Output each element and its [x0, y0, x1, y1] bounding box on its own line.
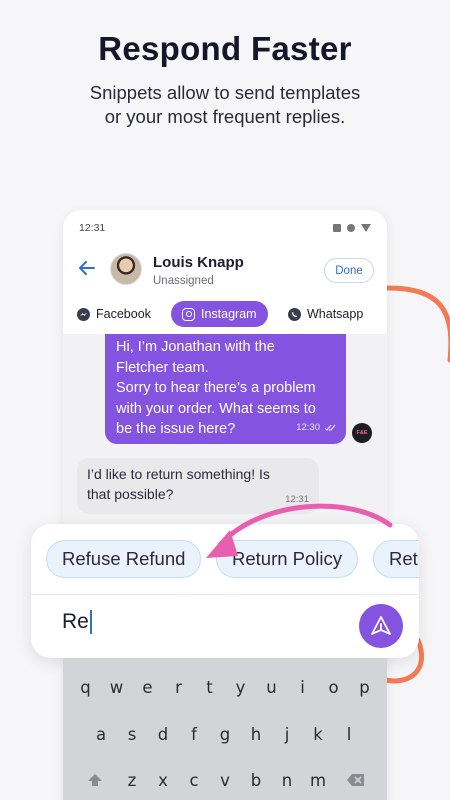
keyboard-row-3: z x c v b n m [63, 765, 387, 795]
send-button[interactable] [359, 604, 403, 648]
outgoing-message: Hi, I’m Jonathan with the Fletcher team.… [105, 334, 346, 444]
key[interactable]: u [256, 672, 287, 702]
message-line: with your order. What seems to [116, 400, 316, 417]
channel-tabs: Facebook Instagram Whatsapp [63, 301, 387, 327]
snippet-chip[interactable]: Refuse Refund [46, 540, 202, 578]
key[interactable]: x [148, 765, 179, 795]
key[interactable]: m [303, 765, 334, 795]
done-button[interactable]: Done [324, 258, 374, 283]
keyboard: q w e r t y u i o p a s d f g h j k l z … [63, 658, 387, 800]
key[interactable]: b [241, 765, 272, 795]
avatar [110, 253, 142, 285]
key[interactable]: g [210, 719, 241, 749]
shift-icon [87, 774, 102, 786]
message-time-text: 12:30 [296, 421, 320, 433]
headline: Respond Faster [98, 30, 352, 67]
message-input[interactable]: Re [62, 610, 92, 634]
keyboard-row-1: q w e r t y u i o p [63, 672, 387, 702]
key[interactable]: t [194, 672, 225, 702]
circle-icon [347, 224, 355, 232]
message-line: Fletcher team. [116, 359, 209, 376]
key[interactable]: j [272, 719, 303, 749]
key[interactable]: v [210, 765, 241, 795]
instagram-icon [182, 307, 195, 321]
whatsapp-icon [288, 307, 301, 321]
key[interactable]: c [179, 765, 210, 795]
tab-whatsapp[interactable]: Whatsapp [288, 301, 363, 327]
backspace-icon [346, 774, 364, 786]
contact-name: Louis Knapp [153, 254, 244, 271]
keyboard-row-2: a s d f g h j k l [63, 719, 387, 749]
double-check-icon [324, 424, 336, 431]
square-icon [333, 224, 341, 232]
key[interactable]: s [117, 719, 148, 749]
key[interactable]: h [241, 719, 272, 749]
tab-instagram-label: Instagram [201, 307, 257, 321]
subline-line-2: or your most frequent replies. [104, 106, 346, 127]
tab-instagram[interactable]: Instagram [171, 301, 268, 327]
status-icons [333, 224, 371, 232]
key[interactable]: n [272, 765, 303, 795]
message-input-value: Re [62, 610, 89, 633]
key[interactable]: e [132, 672, 163, 702]
contact-status: Unassigned [153, 275, 214, 287]
divider [31, 594, 419, 595]
key[interactable]: f [179, 719, 210, 749]
key[interactable]: y [225, 672, 256, 702]
tab-facebook[interactable]: Facebook [77, 301, 151, 327]
key[interactable]: w [101, 672, 132, 702]
message-line: Hi, I’m Jonathan with the [116, 339, 275, 355]
subline: Snippets allow to send templates or your… [0, 81, 450, 129]
key[interactable]: q [70, 672, 101, 702]
tab-facebook-label: Facebook [96, 307, 151, 321]
text-caret [89, 610, 92, 634]
key[interactable]: l [334, 719, 365, 749]
key[interactable]: r [163, 672, 194, 702]
signal-icon [361, 224, 371, 232]
message-time: 12:30 [296, 418, 336, 439]
send-icon [371, 616, 391, 635]
key[interactable]: d [148, 719, 179, 749]
tab-whatsapp-label: Whatsapp [307, 307, 364, 321]
agent-badge: F&E [352, 423, 372, 443]
back-arrow-icon[interactable] [77, 258, 97, 278]
key[interactable]: p [349, 672, 380, 702]
status-time: 12:31 [79, 222, 106, 234]
subline-line-1: Snippets allow to send templates [89, 82, 361, 103]
messenger-icon [77, 307, 90, 321]
shift-key[interactable] [73, 765, 117, 795]
message-line: Sorry to hear there’s a problem [116, 380, 316, 396]
key[interactable]: z [117, 765, 148, 795]
key[interactable]: k [303, 719, 334, 749]
key[interactable]: i [287, 672, 318, 702]
message-line: I’d like to return something! Is [87, 466, 270, 482]
key[interactable]: o [318, 672, 349, 702]
decorative-arrow-pink [206, 503, 393, 558]
key[interactable]: a [86, 719, 117, 749]
backspace-key[interactable] [334, 765, 378, 795]
